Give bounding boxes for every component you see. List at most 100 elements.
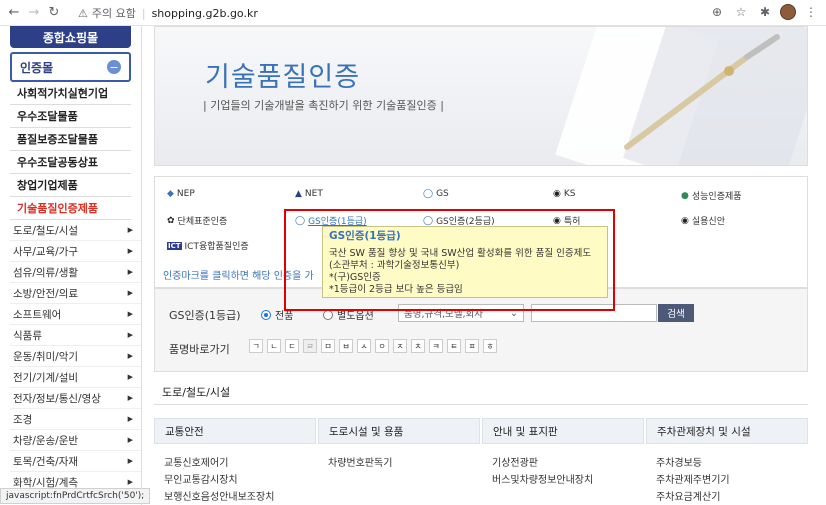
- jamo-button[interactable]: ㅇ: [375, 339, 389, 353]
- sidebar-sub-item[interactable]: 운동/취미/악기 ▶: [10, 346, 141, 367]
- cert-label: GS: [436, 189, 449, 199]
- jamo-button[interactable]: ㅁ: [321, 339, 335, 353]
- jamo-button[interactable]: ㄹ: [303, 339, 317, 353]
- category-item[interactable]: 무인교통감시장치: [164, 471, 316, 488]
- jamo-button[interactable]: ㄱ: [249, 339, 263, 353]
- sidebar-sub-item[interactable]: 소프트웨어 ▶: [10, 304, 141, 325]
- cert-performance[interactable]: ● 성능인증제품: [681, 189, 742, 203]
- sidebar-sub-item[interactable]: 도로/철도/시설 ▶: [10, 220, 141, 241]
- jamo-button[interactable]: ㅊ: [411, 339, 425, 353]
- more-menu-icon[interactable]: ⋮: [802, 3, 820, 21]
- address-bar[interactable]: ⚠ 주의 요함 | shopping.g2b.go.kr: [78, 3, 734, 23]
- sidebar-item-quality-assured[interactable]: 품질보증조달물품: [10, 128, 131, 151]
- jamo-button[interactable]: ㄷ: [285, 339, 299, 353]
- reload-icon[interactable]: ↻: [44, 3, 64, 23]
- sidebar-section-header[interactable]: 인증몰 −: [10, 52, 131, 82]
- sub-item-label: 전기/기계/설비: [13, 371, 79, 384]
- category-item[interactable]: 차량번호판독기: [328, 454, 480, 471]
- ks-logo-icon: ◉: [553, 189, 561, 199]
- category-item[interactable]: 보행신호음성안내보조장치: [164, 488, 316, 505]
- sidebar-item-tech-quality[interactable]: 기술품질인증제품: [10, 197, 131, 220]
- sidebar-sub-item[interactable]: 소방/안전/의료 ▶: [10, 283, 141, 304]
- chevron-down-icon: ⌄: [510, 307, 518, 319]
- category-head[interactable]: 안내 및 표지판: [482, 418, 644, 444]
- sidebar-sub-item[interactable]: 토목/건축/자재 ▶: [10, 451, 141, 472]
- jamo-button[interactable]: ㅎ: [483, 339, 497, 353]
- sidebar-top-banner[interactable]: 종합쇼핑몰: [10, 26, 131, 48]
- chevron-right-icon: ▶: [127, 310, 133, 318]
- tooltip-line: 국산 SW 품질 향상 및 국내 SW산업 활성화를 위한 품질 인증제도: [329, 248, 592, 259]
- cert-group-standard[interactable]: ✿ 단체표준인증: [167, 214, 227, 228]
- category-item[interactable]: 교통신호제어기: [164, 454, 316, 471]
- cert-utility-model[interactable]: ◉ 실용신안: [681, 214, 725, 228]
- sub-item-label: 조경: [13, 413, 33, 426]
- sub-item-label: 차량/운송/운반: [13, 434, 79, 447]
- search-input[interactable]: [531, 304, 657, 322]
- cert-nep[interactable]: ◆ NEP: [167, 189, 195, 199]
- jamo-button[interactable]: ㅂ: [339, 339, 353, 353]
- radio-label: 별도옵션: [337, 311, 374, 322]
- jamo-button[interactable]: ㅈ: [393, 339, 407, 353]
- sidebar-item-excellent-procurement[interactable]: 우수조달물품: [10, 105, 131, 128]
- sidebar-sub-item[interactable]: 전자/정보/통신/영상 ▶: [10, 388, 141, 409]
- pen-illustration-icon: [555, 27, 807, 165]
- category-head[interactable]: 도로시설 및 용품: [318, 418, 480, 444]
- jamo-button[interactable]: ㅍ: [465, 339, 479, 353]
- sidebar-section-title: 인증몰: [20, 60, 54, 75]
- cert-ict[interactable]: ICT ICT융합품질인증: [167, 239, 249, 252]
- cert-label: 성능인증제품: [691, 192, 742, 202]
- search-field-select[interactable]: 품명,규격,모델,회사 ⌄: [398, 304, 524, 322]
- category-item[interactable]: 주차관제주변기기: [656, 471, 808, 488]
- security-warning[interactable]: ⚠ 주의 요함: [78, 5, 136, 21]
- sidebar-sub-item[interactable]: 조경 ▶: [10, 409, 141, 430]
- sidebar-item-joint-brand[interactable]: 우수조달공동상표: [10, 151, 131, 174]
- nep-logo-icon: ◆: [167, 189, 174, 199]
- sub-item-label: 전자/정보/통신/영상: [13, 392, 101, 405]
- cert-net[interactable]: ▲ NET: [295, 189, 323, 199]
- bookmark-star-icon[interactable]: ☆: [732, 3, 750, 21]
- net-logo-icon: ▲: [295, 189, 302, 199]
- search-button[interactable]: 검색: [658, 304, 694, 322]
- sidebar-sub-item[interactable]: 사무/교육/가구 ▶: [10, 241, 141, 262]
- radio-all[interactable]: 전품: [261, 307, 293, 322]
- back-icon[interactable]: ←: [4, 3, 24, 23]
- radio-off-icon: [323, 309, 333, 320]
- category-column: 도로시설 및 용품 차량번호판독기: [318, 418, 480, 471]
- sidebar-sub-item[interactable]: 섬유/의류/생활 ▶: [10, 262, 141, 283]
- category-item[interactable]: 기상전광판: [492, 454, 644, 471]
- tooltip-title: GS인증(1등급): [329, 230, 401, 242]
- section-divider: [154, 404, 808, 405]
- extensions-icon[interactable]: ✱: [756, 3, 774, 21]
- tooltip-line: *(구)GS인증: [329, 272, 381, 283]
- cert-hint-text: 인증마크를 클릭하면 해당 인증을 가: [163, 271, 314, 282]
- cert-tooltip: GS인증(1등급) 국산 SW 품질 향상 및 국내 SW산업 활성화를 위한 …: [322, 226, 608, 298]
- search-cert-label: GS인증(1등급): [169, 309, 241, 322]
- category-head[interactable]: 교통안전: [154, 418, 316, 444]
- radio-other[interactable]: 별도옵션: [323, 307, 374, 322]
- sub-item-label: 식품류: [13, 329, 42, 342]
- category-item[interactable]: 주차경보등: [656, 454, 808, 471]
- sidebar-sub-item[interactable]: 전기/기계/설비 ▶: [10, 367, 141, 388]
- sidebar-sub-item[interactable]: 차량/운송/운반 ▶: [10, 430, 141, 451]
- zoom-icon[interactable]: ⊕: [708, 3, 726, 21]
- chevron-right-icon: ▶: [127, 478, 133, 486]
- page-banner: 기술품질인증 | 기업들의 기술개발을 촉진하기 위한 기술품질인증 |: [154, 26, 808, 166]
- category-column: 주차관제장치 및 시설 주차경보등 주차관제주변기기 주차요금계산기: [646, 418, 808, 505]
- jamo-button[interactable]: ㅌ: [447, 339, 461, 353]
- profile-avatar[interactable]: [780, 4, 796, 20]
- sidebar-item-startup[interactable]: 창업기업제품: [10, 174, 131, 197]
- category-head[interactable]: 주차관제장치 및 시설: [646, 418, 808, 444]
- sidebar-item-social-value[interactable]: 사회적가치실현기업: [10, 82, 131, 105]
- category-item[interactable]: 주차요금계산기: [656, 488, 808, 505]
- cert-gs[interactable]: ◯ GS: [423, 189, 449, 199]
- jamo-button[interactable]: ㅅ: [357, 339, 371, 353]
- browser-toolbar: ← → ↻ ⚠ 주의 요함 | shopping.g2b.go.kr ⊕ ☆ ✱…: [0, 0, 826, 26]
- search-panel: GS인증(1등급) 전품 별도옵션 품명,규격,모델,회사 ⌄ 검색 품명바로가기…: [154, 288, 808, 372]
- jamo-button[interactable]: ㄴ: [267, 339, 281, 353]
- cert-ks[interactable]: ◉ KS: [553, 189, 575, 199]
- jamo-button[interactable]: ㅋ: [429, 339, 443, 353]
- forward-icon[interactable]: →: [24, 3, 44, 23]
- category-item[interactable]: 버스및차량정보안내장치: [492, 471, 644, 488]
- collapse-icon[interactable]: −: [107, 60, 121, 74]
- sidebar-sub-item[interactable]: 식품류 ▶: [10, 325, 141, 346]
